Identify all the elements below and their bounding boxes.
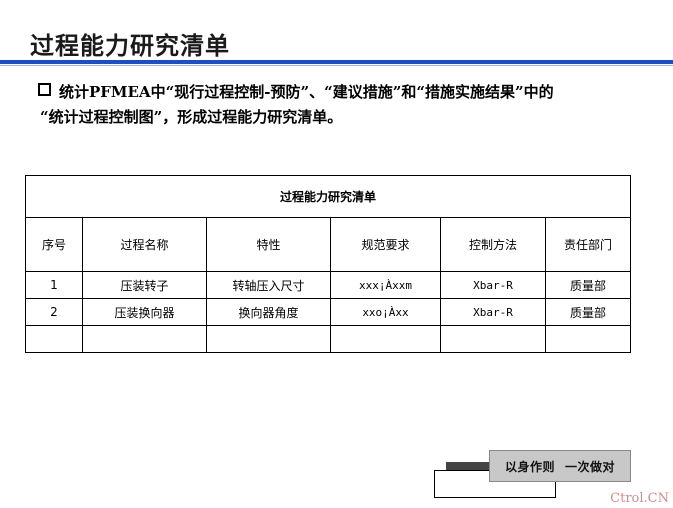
col-header-index: 序号: [25, 217, 83, 272]
cell-process: 压装换向器: [82, 298, 207, 326]
square-bullet-icon: [38, 83, 51, 96]
col-header-spec: 规范要求: [330, 217, 441, 272]
motto-badge: 以身作则 一次做对: [489, 450, 631, 482]
capability-table: 过程能力研究清单 序号 过程名称 特性 规范要求 控制方法 责任部门 1 压装转…: [24, 175, 632, 353]
col-header-process: 过程名称: [82, 217, 207, 272]
col-header-characteristic: 特性: [206, 217, 331, 272]
table-row: 1 压装转子 转轴压入尺寸 xxx¡Àxxm Xbar-R 质量部: [25, 271, 632, 299]
watermark: Ctrol.CN: [610, 491, 669, 506]
motto-part-2: 一次做对: [565, 459, 616, 474]
col-header-department: 责任部门: [544, 217, 632, 272]
cell-department: 质量部: [544, 271, 632, 299]
cell-characteristic: 换向器角度: [206, 298, 331, 326]
cell-characteristic: 转轴压入尺寸: [206, 271, 331, 299]
table-row-empty: [25, 325, 632, 353]
cell-index: 1: [25, 271, 83, 299]
cell-method: Xbar-R: [440, 298, 546, 326]
cell-department: 质量部: [544, 298, 632, 326]
title-rule-thin: [0, 65, 673, 66]
cell-method: Xbar-R: [440, 271, 546, 299]
table-row: 2 压装换向器 换向器角度 xxo¡Àxx Xbar-R 质量部: [25, 298, 632, 326]
intro-bullet: 统计PFMEA中“现行过程控制-预防”、“建议措施”和“措施实施结果”中的 “统…: [38, 80, 648, 130]
cell-process: 压装转子: [82, 271, 207, 299]
cell-spec: xxo¡Àxx: [330, 298, 441, 326]
cell-index: 2: [25, 298, 83, 326]
title-rule: [0, 60, 673, 64]
table-caption: 过程能力研究清单: [24, 175, 632, 218]
intro-line-1: 统计PFMEA中“现行过程控制-预防”、“建议措施”和“措施实施结果”中的: [59, 83, 554, 101]
intro-line-2: “统计过程控制图”，形成过程能力研究清单。: [40, 108, 343, 126]
cell-spec: xxx¡Àxxm: [330, 271, 441, 299]
col-header-method: 控制方法: [440, 217, 546, 272]
page-title: 过程能力研究清单: [30, 31, 230, 60]
motto-part-1: 以身作则: [504, 459, 555, 474]
